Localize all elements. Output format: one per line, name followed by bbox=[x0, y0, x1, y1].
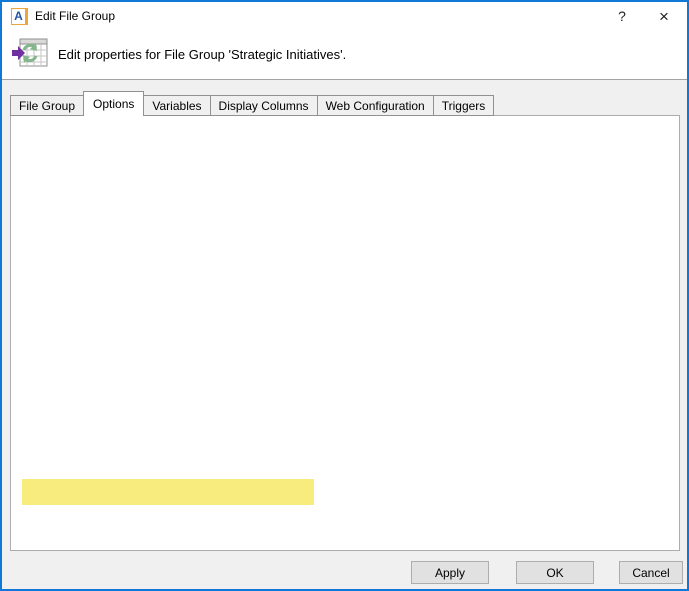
tab-file-group[interactable]: File Group bbox=[10, 95, 84, 116]
tab-options[interactable]: Options bbox=[83, 91, 144, 116]
help-button[interactable]: ? bbox=[607, 2, 637, 31]
ok-button[interactable]: OK bbox=[516, 561, 594, 584]
window-title: Edit File Group bbox=[35, 2, 115, 31]
title-bar: A Edit File Group ? × bbox=[2, 2, 687, 31]
dialog-description: Edit properties for File Group 'Strategi… bbox=[58, 31, 346, 79]
close-icon[interactable]: × bbox=[649, 2, 679, 31]
tab-web-configuration[interactable]: Web Configuration bbox=[317, 95, 434, 116]
app-icon: A bbox=[11, 8, 28, 25]
tab-strip: File Group Options Variables Display Col… bbox=[10, 91, 493, 116]
edit-file-group-dialog: A Edit File Group ? × Edit proper bbox=[0, 0, 689, 591]
tab-display-columns[interactable]: Display Columns bbox=[210, 95, 318, 116]
cancel-button[interactable]: Cancel bbox=[619, 561, 683, 584]
tab-triggers[interactable]: Triggers bbox=[433, 95, 495, 116]
apply-button[interactable]: Apply bbox=[411, 561, 489, 584]
options-tab-panel bbox=[10, 115, 680, 551]
tab-variables[interactable]: Variables bbox=[143, 95, 210, 116]
header-separator bbox=[2, 79, 687, 80]
file-group-edit-icon bbox=[11, 37, 49, 76]
dialog-header: Edit properties for File Group 'Strategi… bbox=[2, 31, 687, 79]
